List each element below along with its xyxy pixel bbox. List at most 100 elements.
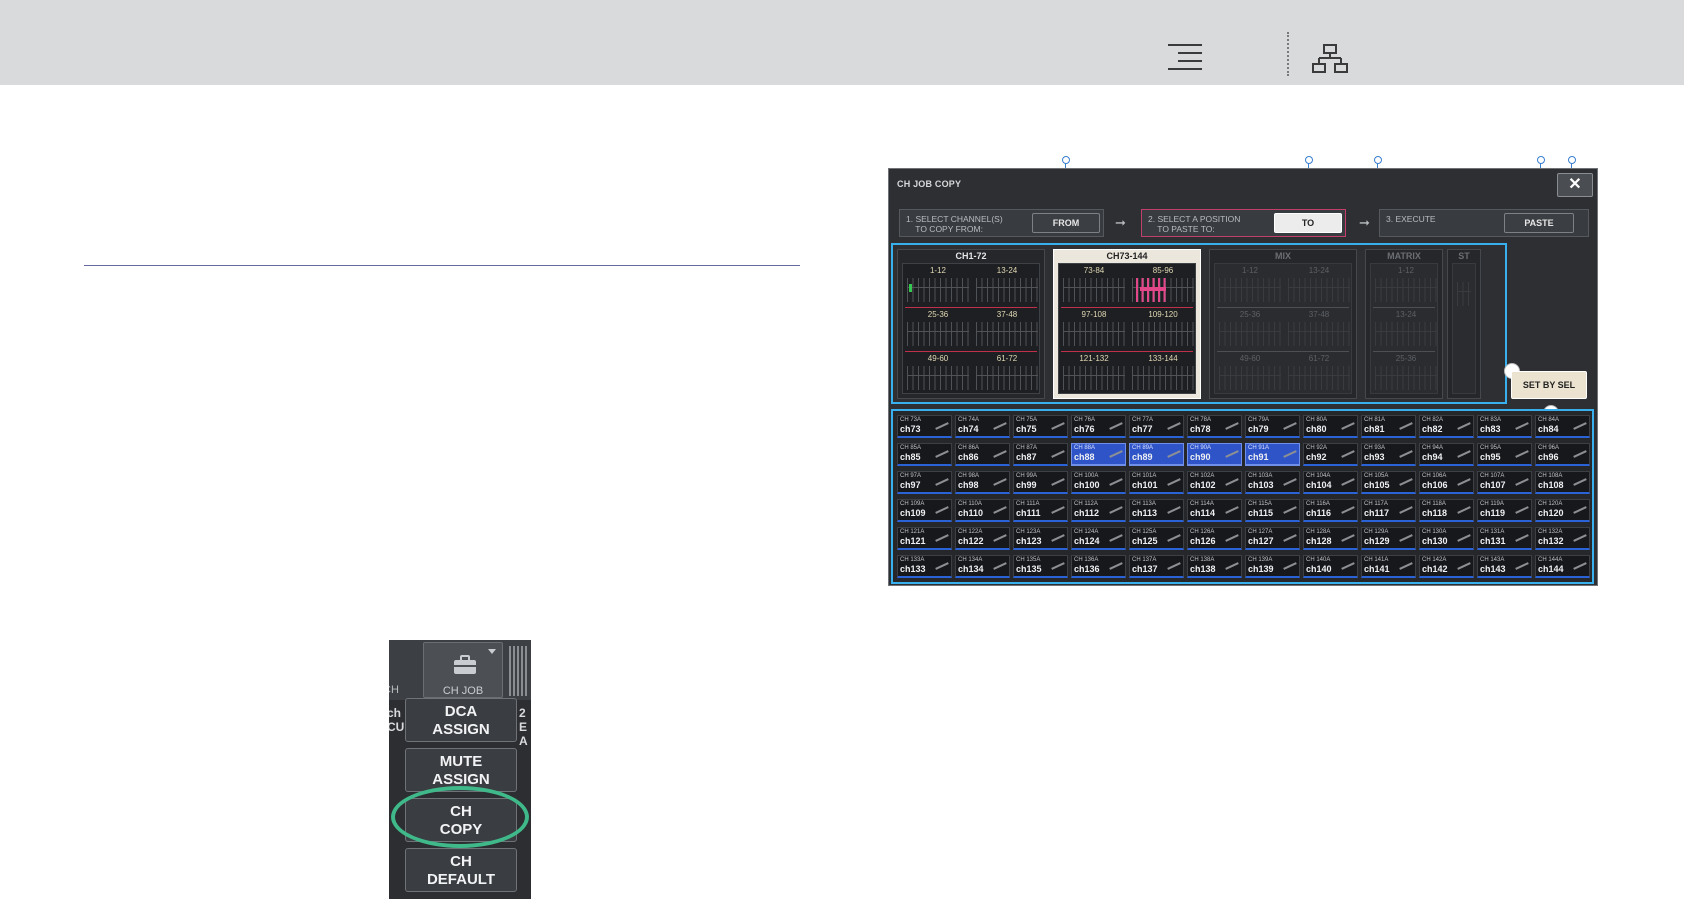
- channel-button-ch93[interactable]: CH 93A ch93: [1361, 443, 1416, 466]
- channel-button-ch121[interactable]: CH 121A ch121: [897, 527, 952, 550]
- bank-matrix[interactable]: MATRIX 1-12 13-24 25-36: [1365, 249, 1443, 399]
- fader-group[interactable]: 1-12: [905, 266, 971, 306]
- ch-default-menu-item[interactable]: CH DEFAULT: [405, 848, 517, 892]
- list-icon[interactable]: [1168, 44, 1202, 72]
- channel-button-ch100[interactable]: CH 100A ch100: [1071, 471, 1126, 494]
- channel-button-ch86[interactable]: CH 86A ch86: [955, 443, 1010, 466]
- channel-button-ch107[interactable]: CH 107A ch107: [1477, 471, 1532, 494]
- channel-button-ch131[interactable]: CH 131A ch131: [1477, 527, 1532, 550]
- channel-button-ch111[interactable]: CH 111A ch111: [1013, 499, 1068, 522]
- channel-button-ch105[interactable]: CH 105A ch105: [1361, 471, 1416, 494]
- bank-mix[interactable]: MIX 1-12 13-24 25-36 37-48 49-60 61-72: [1209, 249, 1357, 399]
- fader-group[interactable]: 13-24: [1286, 266, 1352, 306]
- channel-button-ch106[interactable]: CH 106A ch106: [1419, 471, 1474, 494]
- bank-ch73-144[interactable]: CH73-144 73-84 85-96 97-108 109-120 121-132 13…: [1053, 249, 1201, 399]
- fader-group[interactable]: 133-144: [1130, 354, 1196, 394]
- channel-button-ch83[interactable]: CH 83A ch83: [1477, 415, 1532, 438]
- fader-group[interactable]: 61-72: [1286, 354, 1352, 394]
- channel-button-ch112[interactable]: CH 112A ch112: [1071, 499, 1126, 522]
- channel-button-ch110[interactable]: CH 110A ch110: [955, 499, 1010, 522]
- channel-button-ch140[interactable]: CH 140A ch140: [1303, 555, 1358, 578]
- fader-group[interactable]: 13-24: [1373, 310, 1439, 350]
- fader-group[interactable]: 49-60: [905, 354, 971, 394]
- channel-button-ch109[interactable]: CH 109A ch109: [897, 499, 952, 522]
- channel-button-ch144[interactable]: CH 144A ch144: [1535, 555, 1590, 578]
- channel-button-ch87[interactable]: CH 87A ch87: [1013, 443, 1068, 466]
- channel-button-ch74[interactable]: CH 74A ch74: [955, 415, 1010, 438]
- channel-button-ch85[interactable]: CH 85A ch85: [897, 443, 952, 466]
- channel-button-ch123[interactable]: CH 123A ch123: [1013, 527, 1068, 550]
- channel-button-ch119[interactable]: CH 119A ch119: [1477, 499, 1532, 522]
- channel-button-ch96[interactable]: CH 96A ch96: [1535, 443, 1590, 466]
- channel-button-ch141[interactable]: CH 141A ch141: [1361, 555, 1416, 578]
- fader-group[interactable]: 85-96: [1130, 266, 1196, 306]
- channel-button-ch137[interactable]: CH 137A ch137: [1129, 555, 1184, 578]
- channel-button-ch81[interactable]: CH 81A ch81: [1361, 415, 1416, 438]
- fader-group[interactable]: 37-48: [1286, 310, 1352, 350]
- channel-button-ch129[interactable]: CH 129A ch129: [1361, 527, 1416, 550]
- channel-button-ch88[interactable]: CH 88A ch88: [1071, 443, 1126, 466]
- fader-group[interactable]: 25-36: [905, 310, 971, 350]
- bank-st[interactable]: ST: [1447, 249, 1481, 399]
- channel-button-ch73[interactable]: CH 73A ch73: [897, 415, 952, 438]
- channel-button-ch84[interactable]: CH 84A ch84: [1535, 415, 1590, 438]
- channel-button-ch89[interactable]: CH 89A ch89: [1129, 443, 1184, 466]
- channel-button-ch97[interactable]: CH 97A ch97: [897, 471, 952, 494]
- fader-group[interactable]: 37-48: [974, 310, 1040, 350]
- channel-button-ch75[interactable]: CH 75A ch75: [1013, 415, 1068, 438]
- channel-button-ch139[interactable]: CH 139A ch139: [1245, 555, 1300, 578]
- channel-button-ch124[interactable]: CH 124A ch124: [1071, 527, 1126, 550]
- channel-button-ch113[interactable]: CH 113A ch113: [1129, 499, 1184, 522]
- fader-group[interactable]: 109-120: [1130, 310, 1196, 350]
- channel-button-ch103[interactable]: CH 103A ch103: [1245, 471, 1300, 494]
- channel-button-ch80[interactable]: CH 80A ch80: [1303, 415, 1358, 438]
- channel-button-ch99[interactable]: CH 99A ch99: [1013, 471, 1068, 494]
- channel-button-ch117[interactable]: CH 117A ch117: [1361, 499, 1416, 522]
- fader-group[interactable]: 13-24: [974, 266, 1040, 306]
- dca-assign-menu-item[interactable]: DCA ASSIGN: [405, 698, 517, 742]
- channel-button-ch79[interactable]: CH 79A ch79: [1245, 415, 1300, 438]
- channel-button-ch126[interactable]: CH 126A ch126: [1187, 527, 1242, 550]
- fader-group[interactable]: 97-108: [1061, 310, 1127, 350]
- channel-button-ch102[interactable]: CH 102A ch102: [1187, 471, 1242, 494]
- channel-button-ch77[interactable]: CH 77A ch77: [1129, 415, 1184, 438]
- fader-group[interactable]: 61-72: [974, 354, 1040, 394]
- ch-job-tab[interactable]: CH JOB: [423, 642, 503, 698]
- channel-button-ch98[interactable]: CH 98A ch98: [955, 471, 1010, 494]
- fader-group[interactable]: 73-84: [1061, 266, 1127, 306]
- close-button[interactable]: ✕: [1557, 173, 1593, 197]
- channel-button-ch130[interactable]: CH 130A ch130: [1419, 527, 1474, 550]
- channel-button-ch132[interactable]: CH 132A ch132: [1535, 527, 1590, 550]
- bank-ch1-72[interactable]: CH1-72 1-12 13-24 25-36 37-48 49-60 61-72: [897, 249, 1045, 399]
- channel-button-ch134[interactable]: CH 134A ch134: [955, 555, 1010, 578]
- channel-button-ch90[interactable]: CH 90A ch90: [1187, 443, 1242, 466]
- tree-icon[interactable]: [1312, 44, 1348, 74]
- channel-button-ch115[interactable]: CH 115A ch115: [1245, 499, 1300, 522]
- fader-group[interactable]: 1-12: [1373, 266, 1439, 306]
- channel-button-ch92[interactable]: CH 92A ch92: [1303, 443, 1358, 466]
- from-button[interactable]: FROM: [1032, 213, 1100, 233]
- fader-group[interactable]: 25-36: [1373, 354, 1439, 394]
- channel-button-ch78[interactable]: CH 78A ch78: [1187, 415, 1242, 438]
- channel-button-ch118[interactable]: CH 118A ch118: [1419, 499, 1474, 522]
- channel-button-ch104[interactable]: CH 104A ch104: [1303, 471, 1358, 494]
- fader-group[interactable]: 121-132: [1061, 354, 1127, 394]
- channel-button-ch122[interactable]: CH 122A ch122: [955, 527, 1010, 550]
- channel-button-ch136[interactable]: CH 136A ch136: [1071, 555, 1126, 578]
- to-button[interactable]: TO: [1274, 213, 1342, 233]
- channel-button-ch95[interactable]: CH 95A ch95: [1477, 443, 1532, 466]
- channel-button-ch82[interactable]: CH 82A ch82: [1419, 415, 1474, 438]
- channel-button-ch116[interactable]: CH 116A ch116: [1303, 499, 1358, 522]
- channel-button-ch94[interactable]: CH 94A ch94: [1419, 443, 1474, 466]
- set-by-sel-button[interactable]: SET BY SEL: [1511, 371, 1587, 399]
- channel-button-ch108[interactable]: CH 108A ch108: [1535, 471, 1590, 494]
- fader-group[interactable]: 1-12: [1217, 266, 1283, 306]
- channel-button-ch135[interactable]: CH 135A ch135: [1013, 555, 1068, 578]
- paste-button[interactable]: PASTE: [1504, 213, 1574, 233]
- channel-button-ch114[interactable]: CH 114A ch114: [1187, 499, 1242, 522]
- channel-button-ch138[interactable]: CH 138A ch138: [1187, 555, 1242, 578]
- channel-button-ch128[interactable]: CH 128A ch128: [1303, 527, 1358, 550]
- channel-button-ch76[interactable]: CH 76A ch76: [1071, 415, 1126, 438]
- channel-button-ch120[interactable]: CH 120A ch120: [1535, 499, 1590, 522]
- channel-button-ch127[interactable]: CH 127A ch127: [1245, 527, 1300, 550]
